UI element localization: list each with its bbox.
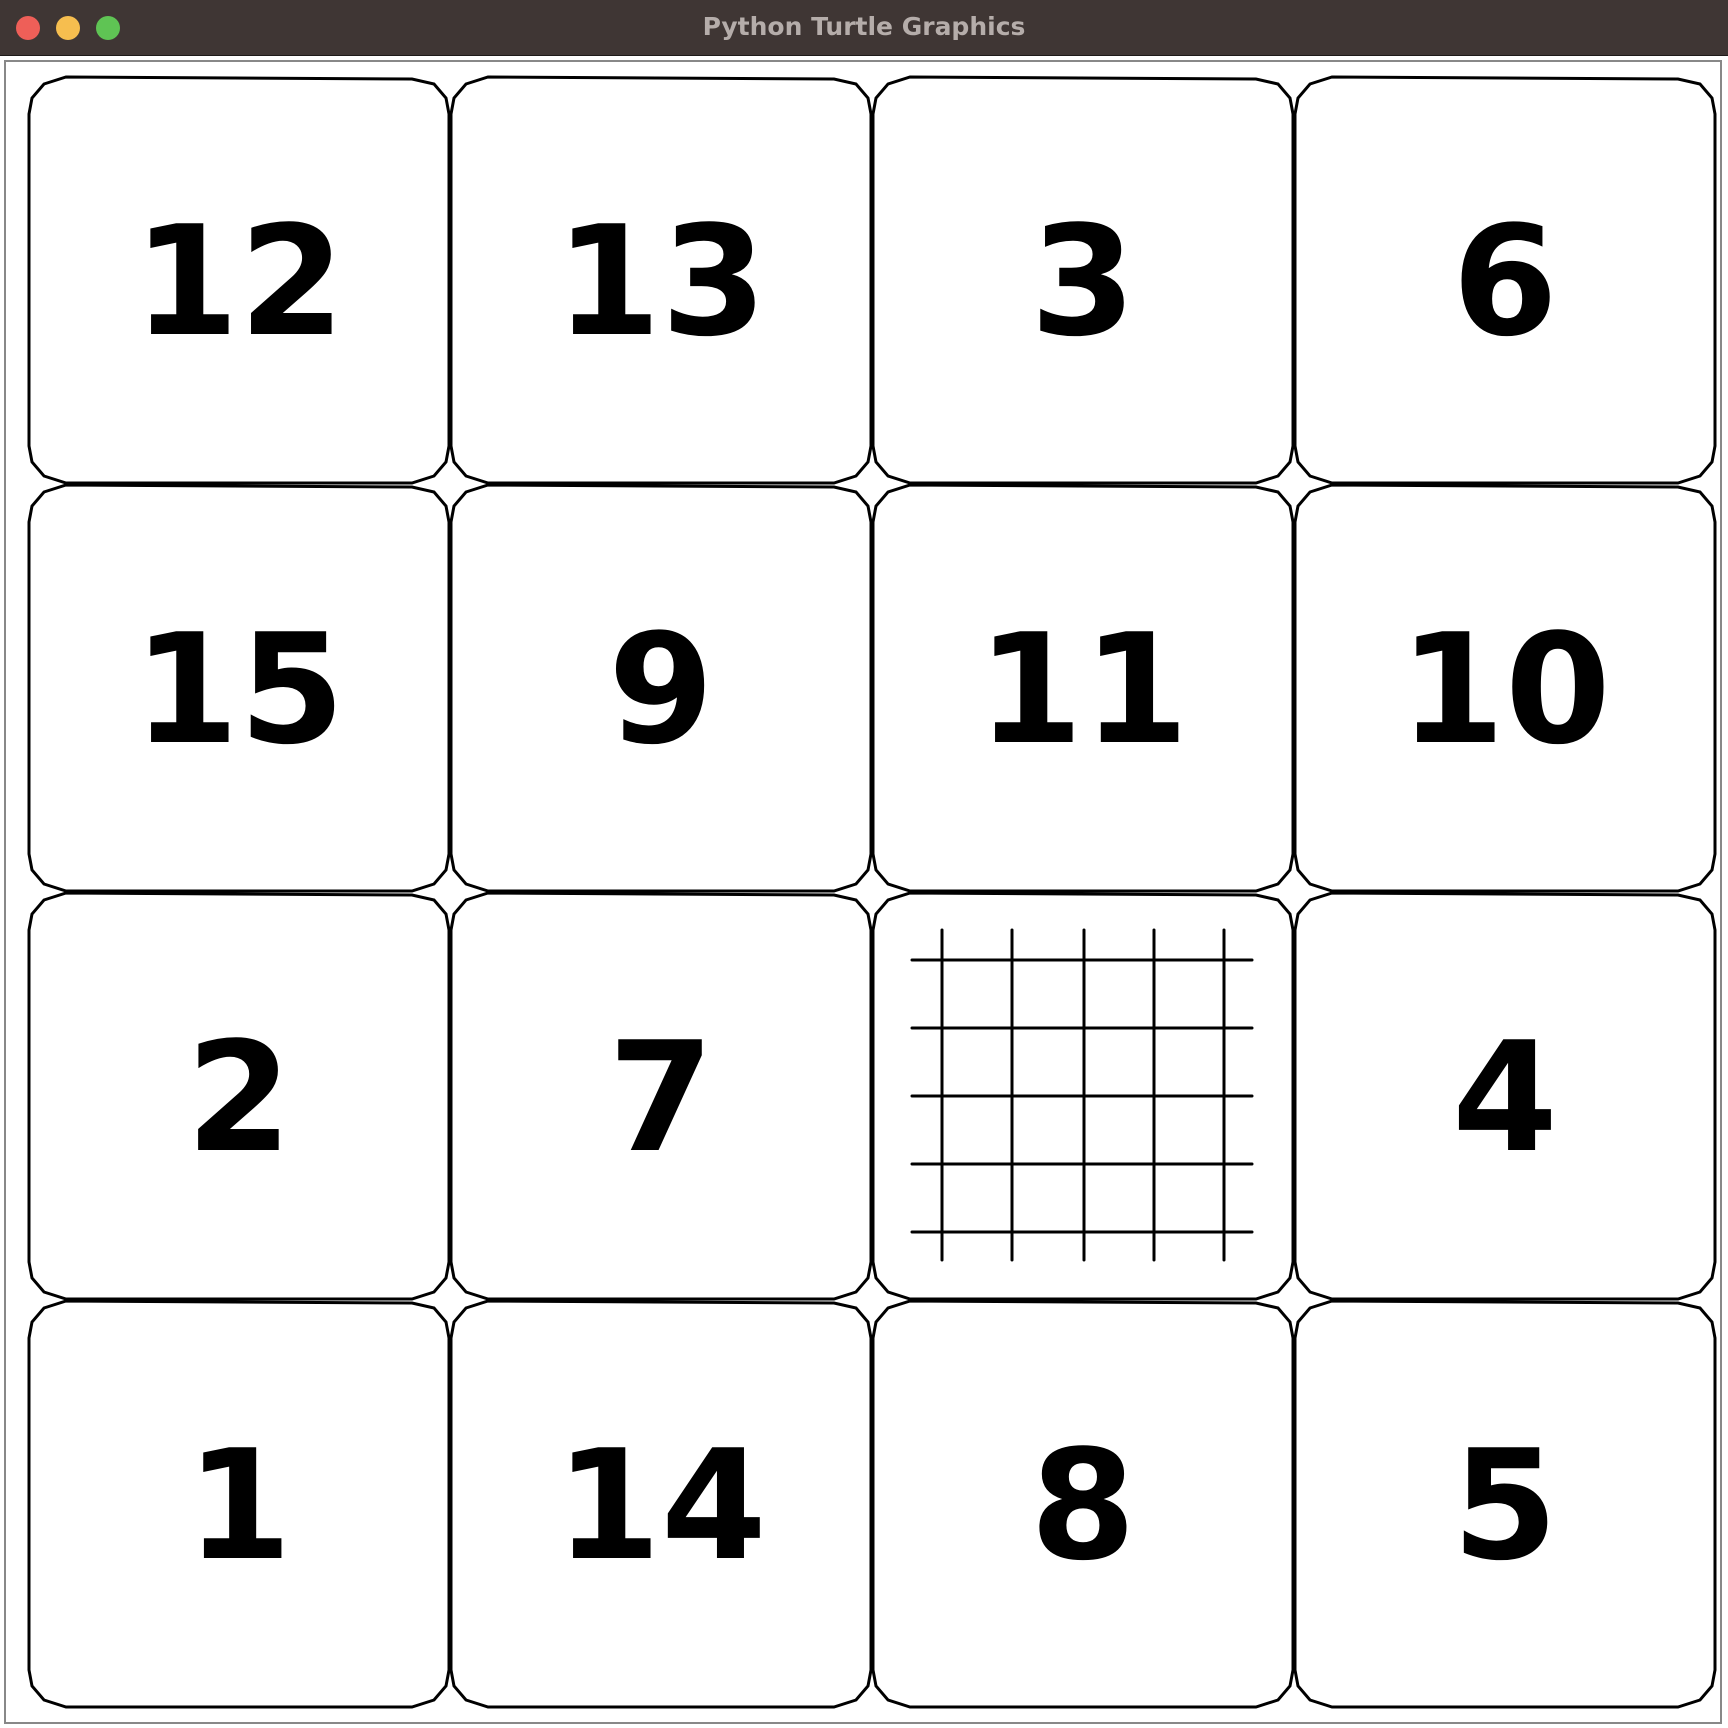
turtle-window: Python Turtle Graphics 12 13 3 6 15 9 11 10 2 7 4 1… <box>0 0 1728 1728</box>
puzzle-tile-5[interactable]: 5 <box>1293 1299 1717 1709</box>
puzzle-tile-6[interactable]: 6 <box>1293 75 1717 485</box>
tile-number: 6 <box>1452 193 1558 370</box>
tile-number: 2 <box>186 1009 292 1186</box>
tile-number: 12 <box>133 193 345 370</box>
tile-number: 14 <box>555 1417 767 1594</box>
puzzle-tile-12[interactable]: 12 <box>27 75 451 485</box>
puzzle-tile-3[interactable]: 3 <box>871 75 1295 485</box>
tile-number: 15 <box>133 601 345 778</box>
tile-number: 11 <box>977 601 1189 778</box>
puzzle-tile-11[interactable]: 11 <box>871 483 1295 893</box>
puzzle-tile-13[interactable]: 13 <box>449 75 873 485</box>
tile-number: 4 <box>1452 1009 1558 1186</box>
puzzle-tile-10[interactable]: 10 <box>1293 483 1717 893</box>
tile-number: 1 <box>186 1417 292 1594</box>
tile-number: 7 <box>608 1009 714 1186</box>
puzzle-tile-7[interactable]: 7 <box>449 891 873 1301</box>
puzzle-tile-14[interactable]: 14 <box>449 1299 873 1709</box>
puzzle-tile-15[interactable]: 15 <box>27 483 451 893</box>
tile-number: 5 <box>1452 1417 1558 1594</box>
window-title: Python Turtle Graphics <box>702 12 1026 41</box>
tile-number: 10 <box>1399 601 1611 778</box>
title-bar[interactable]: Python Turtle Graphics <box>0 0 1728 56</box>
tile-number: 9 <box>608 601 714 778</box>
empty-tile[interactable] <box>871 891 1295 1301</box>
tile-number: 3 <box>1030 193 1136 370</box>
puzzle-tile-1[interactable]: 1 <box>27 1299 451 1709</box>
turtle-canvas: 12 13 3 6 15 9 11 10 2 7 4 1 14 8 5 <box>4 60 1722 1724</box>
puzzle-tile-8[interactable]: 8 <box>871 1299 1295 1709</box>
tile-number: 8 <box>1030 1417 1136 1594</box>
tile-number: 13 <box>555 193 767 370</box>
puzzle-tile-2[interactable]: 2 <box>27 891 451 1301</box>
puzzle-board: 12 13 3 6 15 9 11 10 2 7 4 1 14 8 5 <box>27 75 1717 1709</box>
puzzle-tile-9[interactable]: 9 <box>449 483 873 893</box>
puzzle-tile-4[interactable]: 4 <box>1293 891 1717 1301</box>
